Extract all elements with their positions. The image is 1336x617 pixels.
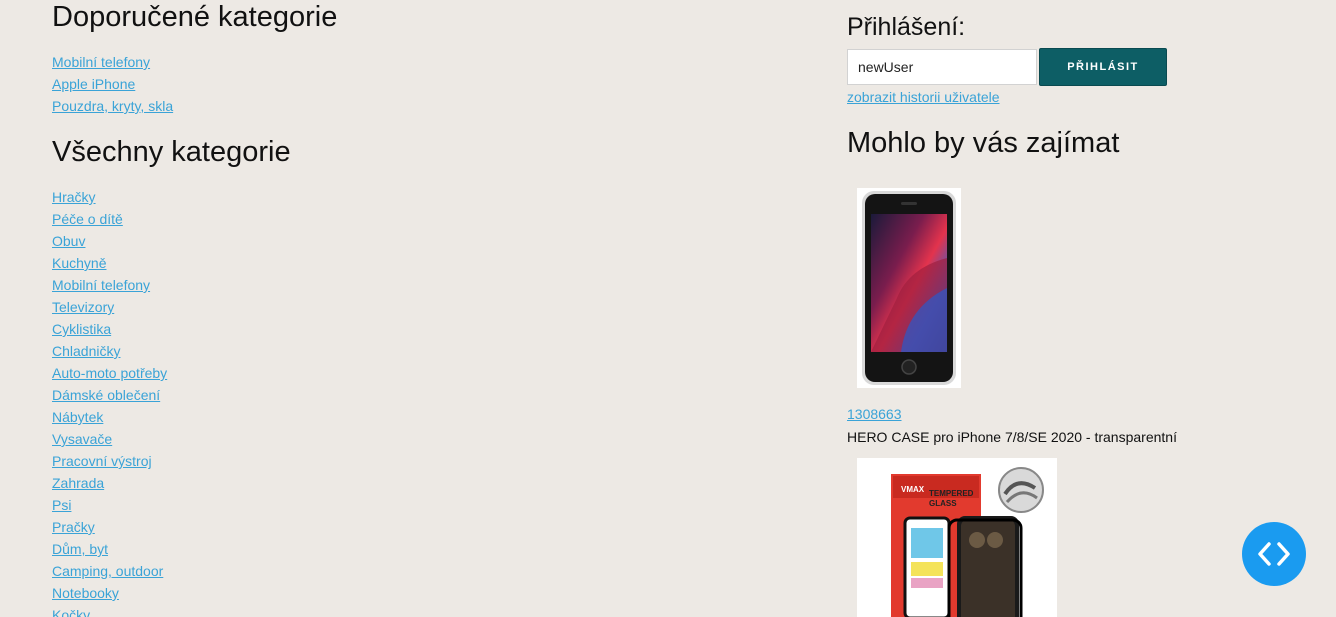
category-link[interactable]: Notebooky (52, 585, 119, 601)
list-item: Notebooky (52, 582, 167, 604)
page: Doporučené kategorie Mobilní telefony Ap… (0, 0, 1336, 617)
all-categories-list: Hračky Péče o dítě Obuv Kuchyně Mobilní … (52, 186, 167, 617)
list-item: Hračky (52, 186, 167, 208)
category-link[interactable]: Pračky (52, 519, 95, 535)
list-item: Camping, outdoor (52, 560, 167, 582)
list-item: Kočky (52, 604, 167, 617)
category-link[interactable]: Chladničky (52, 343, 120, 359)
list-item: Dámské oblečení (52, 384, 167, 406)
recommended-link-mobile-phones[interactable]: Mobilní telefony (52, 54, 150, 70)
category-link[interactable]: Auto-moto potřeby (52, 365, 167, 381)
recommended-link-cases[interactable]: Pouzdra, kryty, skla (52, 98, 173, 114)
login-button[interactable]: PŘIHLÁSIT (1039, 48, 1167, 86)
category-link[interactable]: Nábytek (52, 409, 103, 425)
list-item: Nábytek (52, 406, 167, 428)
product-id-link[interactable]: 1308663 (847, 406, 902, 422)
list-item: Cyklistika (52, 318, 167, 340)
brand-logo-text: VMAX (901, 485, 925, 494)
category-link[interactable]: Dámské oblečení (52, 387, 160, 403)
suggestions-title: Mohlo by vás zajímat (847, 127, 1120, 159)
list-item: Auto-moto potřeby (52, 362, 167, 384)
list-item: Apple iPhone (52, 73, 173, 95)
list-item: Pračky (52, 516, 167, 538)
user-history-link[interactable]: zobrazit historii uživatele (847, 89, 1000, 105)
category-link[interactable]: Mobilní telefony (52, 277, 150, 293)
list-item: Kuchyně (52, 252, 167, 274)
list-item: Péče o dítě (52, 208, 167, 230)
category-link[interactable]: Hračky (52, 189, 96, 205)
tempered-glass-illustration: VMAX TEMPERED GLASS (891, 467, 1044, 617)
category-link[interactable]: Televizory (52, 299, 114, 315)
category-link[interactable]: Zahrada (52, 475, 104, 491)
list-item: Chladničky (52, 340, 167, 362)
phone-case-illustration (862, 191, 956, 385)
recommended-categories-list: Mobilní telefony Apple iPhone Pouzdra, k… (52, 51, 173, 117)
recommended-link-apple-iphone[interactable]: Apple iPhone (52, 76, 135, 92)
recommended-categories-title: Doporučené kategorie (52, 1, 338, 33)
box-label-line2: GLASS (929, 499, 957, 508)
category-link[interactable]: Kočky (52, 607, 90, 617)
username-input[interactable] (847, 49, 1037, 85)
list-item: Psi (52, 494, 167, 516)
list-item: Vysavače (52, 428, 167, 450)
category-link[interactable]: Péče o dítě (52, 211, 123, 227)
category-link[interactable]: Obuv (52, 233, 85, 249)
category-link[interactable]: Dům, byt (52, 541, 108, 557)
list-item: Zahrada (52, 472, 167, 494)
category-link[interactable]: Kuchyně (52, 255, 106, 271)
product-name: HERO CASE pro iPhone 7/8/SE 2020 - trans… (847, 429, 1177, 445)
list-item: Dům, byt (52, 538, 167, 560)
list-item: Pouzdra, kryty, skla (52, 95, 173, 117)
login-title: Přihlášení: (847, 13, 966, 41)
category-link[interactable]: Vysavače (52, 431, 112, 447)
list-item: Mobilní telefony (52, 274, 167, 296)
box-label-line1: TEMPERED (929, 489, 974, 498)
list-item: Obuv (52, 230, 167, 252)
category-link[interactable]: Camping, outdoor (52, 563, 163, 579)
code-brackets-icon (1258, 542, 1290, 566)
category-link[interactable]: Cyklistika (52, 321, 111, 337)
list-item: Televizory (52, 296, 167, 318)
category-link[interactable]: Pracovní výstroj (52, 453, 152, 469)
all-categories-title: Všechny kategorie (52, 136, 291, 168)
list-item: Pracovní výstroj (52, 450, 167, 472)
product-image-tempered-glass[interactable]: VMAX TEMPERED GLASS (857, 458, 1057, 617)
list-item: Mobilní telefony (52, 51, 173, 73)
code-toggle-button[interactable] (1242, 522, 1306, 586)
category-link[interactable]: Psi (52, 497, 71, 513)
login-form: PŘIHLÁSIT (847, 48, 1167, 86)
product-image-phone-case[interactable] (857, 188, 961, 388)
